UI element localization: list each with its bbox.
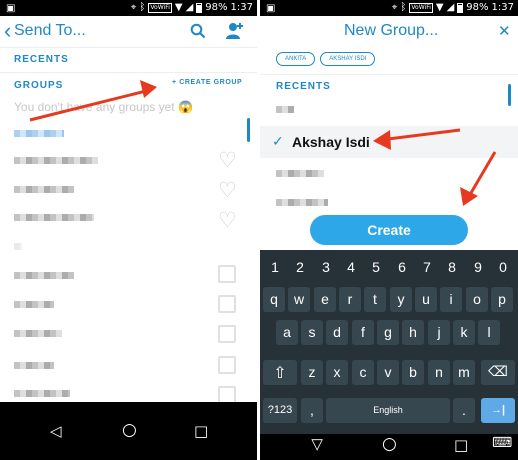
contact-row[interactable] <box>14 272 74 279</box>
key-5[interactable]: 5 <box>364 259 388 275</box>
nav-bar: ◁ ○ □ ⌨ <box>260 434 518 460</box>
key-i[interactable]: i <box>440 287 462 312</box>
status-bar: ▣ ⌖ ᛒ VoWiFi ▼ ◢ 98% 1:37 <box>0 0 257 16</box>
key-0[interactable]: 0 <box>491 259 515 275</box>
nav-recents-button[interactable]: □ <box>194 422 208 440</box>
key-8[interactable]: 8 <box>440 259 464 275</box>
symbols-key[interactable]: ?123 <box>263 398 297 423</box>
nav-recents-button[interactable]: □ <box>454 436 468 454</box>
key-s[interactable]: s <box>301 320 323 345</box>
key-c[interactable]: c <box>352 360 374 385</box>
key-6[interactable]: 6 <box>390 259 414 275</box>
contact-checkbox[interactable] <box>218 325 236 343</box>
key-u[interactable]: u <box>415 287 437 312</box>
key-k[interactable]: k <box>453 320 475 345</box>
key-1[interactable]: 1 <box>263 259 287 275</box>
shift-key[interactable]: ⇧ <box>263 360 297 385</box>
contact-checkbox[interactable] <box>218 265 236 283</box>
key-d[interactable]: d <box>326 320 348 345</box>
keyboard: 1 2 3 4 5 6 7 8 9 0 q w e r t y u i o p … <box>260 250 518 434</box>
key-p[interactable]: p <box>491 287 513 312</box>
key-l[interactable]: l <box>478 320 500 345</box>
nav-home-button[interactable]: ○ <box>122 420 137 440</box>
key-z[interactable]: z <box>301 360 323 385</box>
key-g[interactable]: g <box>377 320 399 345</box>
image-icon: ▣ <box>6 3 16 14</box>
key-9[interactable]: 9 <box>466 259 490 275</box>
key-f[interactable]: f <box>352 320 374 345</box>
key-3[interactable]: 3 <box>314 259 338 275</box>
send-to-header: ‹ Send To... <box>0 16 257 48</box>
signal-icon: ◢ <box>185 2 194 13</box>
send-to-screen: ▣ ⌖ ᛒ VoWiFi ▼ ◢ 98% 1:37 ‹ Send To... R… <box>0 0 257 460</box>
contact-row[interactable] <box>14 214 94 221</box>
back-button[interactable]: ‹ <box>4 18 11 44</box>
nav-home-button[interactable]: ○ <box>382 434 397 454</box>
key-j[interactable]: j <box>428 320 450 345</box>
key-r[interactable]: r <box>339 287 361 312</box>
contact-row[interactable] <box>14 243 22 250</box>
space-key[interactable]: English <box>326 398 450 423</box>
key-b[interactable]: b <box>402 360 424 385</box>
add-friend-icon[interactable] <box>224 22 244 40</box>
key-x[interactable]: x <box>326 360 348 385</box>
key-t[interactable]: t <box>364 287 386 312</box>
heart-icon[interactable]: ♡ <box>218 210 237 231</box>
page-title: Send To... <box>14 22 86 39</box>
nav-back-button[interactable]: ◁ <box>50 422 62 440</box>
key-w[interactable]: w <box>288 287 310 312</box>
key-7[interactable]: 7 <box>415 259 439 275</box>
key-q[interactable]: q <box>263 287 285 312</box>
new-group-screen: ▣ ⌖ ᛒ VoWiFi ▼ ◢ 98% 1:37 New Group... ✕… <box>260 0 518 460</box>
contact-row[interactable] <box>14 301 54 308</box>
comma-key[interactable]: , <box>301 398 323 423</box>
location-icon: ⌖ <box>130 2 137 13</box>
key-m[interactable]: m <box>453 360 475 385</box>
bluetooth-icon: ᛒ <box>139 2 146 13</box>
contact-row[interactable] <box>14 362 54 369</box>
contact-checkbox[interactable] <box>218 295 236 313</box>
battery-icon <box>196 2 203 13</box>
enter-key[interactable]: →| <box>481 398 515 423</box>
key-4[interactable]: 4 <box>339 259 363 275</box>
arrow-annotation <box>29 80 157 122</box>
key-o[interactable]: o <box>466 287 488 312</box>
contact-row[interactable] <box>14 330 62 337</box>
battery-level: 98% <box>205 2 228 13</box>
keyboard-switch-icon[interactable]: ⌨ <box>492 435 512 451</box>
nav-bar: ◁ ○ □ <box>0 402 257 460</box>
period-key[interactable]: . <box>453 398 475 423</box>
backspace-key[interactable]: ⌫ <box>481 360 515 385</box>
clock: 1:37 <box>230 2 253 13</box>
key-2[interactable]: 2 <box>288 259 312 275</box>
search-icon[interactable] <box>190 23 206 39</box>
key-n[interactable]: n <box>428 360 450 385</box>
wifi-icon: ▼ <box>174 2 183 13</box>
key-e[interactable]: e <box>314 287 336 312</box>
key-y[interactable]: y <box>390 287 412 312</box>
contact-row[interactable] <box>14 390 70 397</box>
nav-back-button[interactable]: ◁ <box>307 439 325 451</box>
vowifi-badge: VoWiFi <box>148 2 172 13</box>
key-v[interactable]: v <box>377 360 399 385</box>
status-icons: ⌖ ᛒ VoWiFi ▼ ◢ 98% 1:37 <box>131 2 253 13</box>
key-h[interactable]: h <box>402 320 424 345</box>
key-a[interactable]: a <box>276 320 298 345</box>
arrow-annotation <box>373 128 497 206</box>
contact-checkbox[interactable] <box>218 356 236 374</box>
